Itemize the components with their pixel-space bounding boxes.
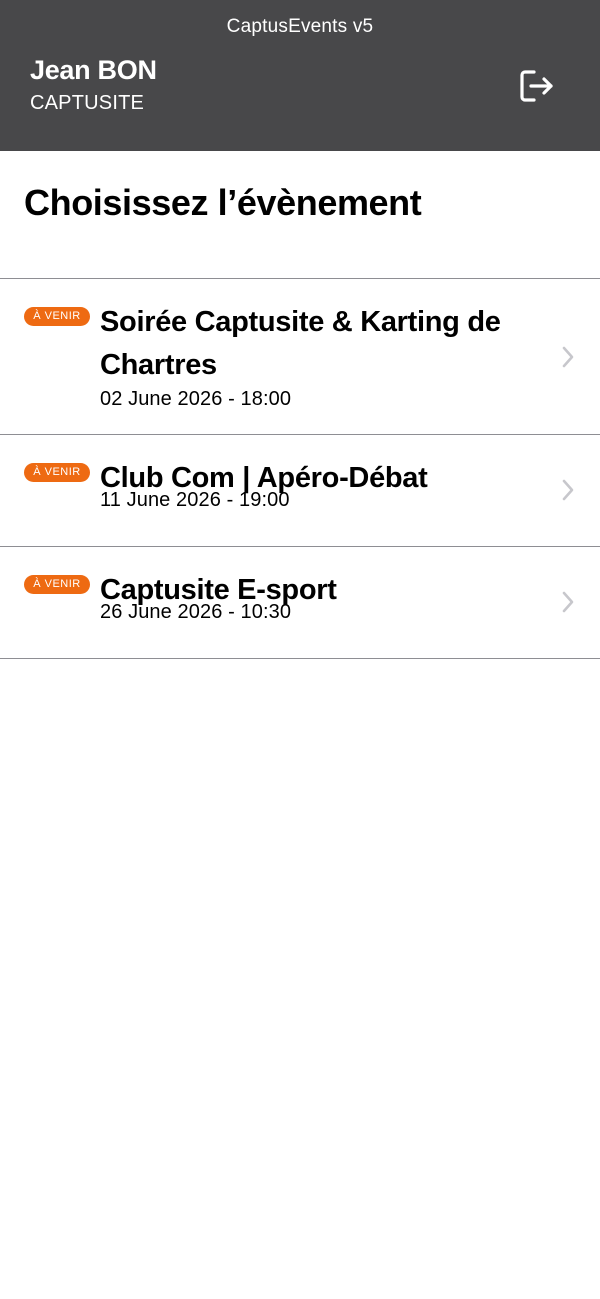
- logout-button[interactable]: [512, 62, 560, 110]
- chevron-right-icon: [562, 346, 574, 368]
- chevron-right-icon: [562, 479, 574, 501]
- event-date: 02 June 2026 - 18:00: [100, 388, 292, 410]
- chevron-right-icon: [562, 591, 574, 613]
- event-item[interactable]: À VENIR Club Com | Apéro-Débat 11 June 2…: [0, 435, 600, 547]
- page-title: Choisissez l’évènement: [24, 182, 422, 223]
- status-badge: À VENIR: [24, 307, 90, 326]
- app-header: CaptusEvents v5 Jean BON CAPTUSITE: [0, 0, 600, 151]
- event-item[interactable]: À VENIR Soirée Captusite & Karting de Ch…: [0, 279, 600, 435]
- user-company: CAPTUSITE: [30, 92, 145, 114]
- event-title: Soirée Captusite & Karting de Chartres: [100, 306, 501, 381]
- event-list: À VENIR Soirée Captusite & Karting de Ch…: [0, 278, 600, 659]
- status-badge: À VENIR: [24, 575, 90, 594]
- app-title: CaptusEvents v5: [226, 16, 374, 37]
- event-date: 26 June 2026 - 10:30: [100, 601, 292, 623]
- logout-icon: [520, 70, 553, 102]
- event-date: 11 June 2026 - 19:00: [100, 489, 290, 511]
- user-name: Jean BON: [30, 55, 157, 85]
- status-badge: À VENIR: [24, 463, 90, 482]
- event-item[interactable]: À VENIR Captusite E-sport 26 June 2026 -…: [0, 547, 600, 659]
